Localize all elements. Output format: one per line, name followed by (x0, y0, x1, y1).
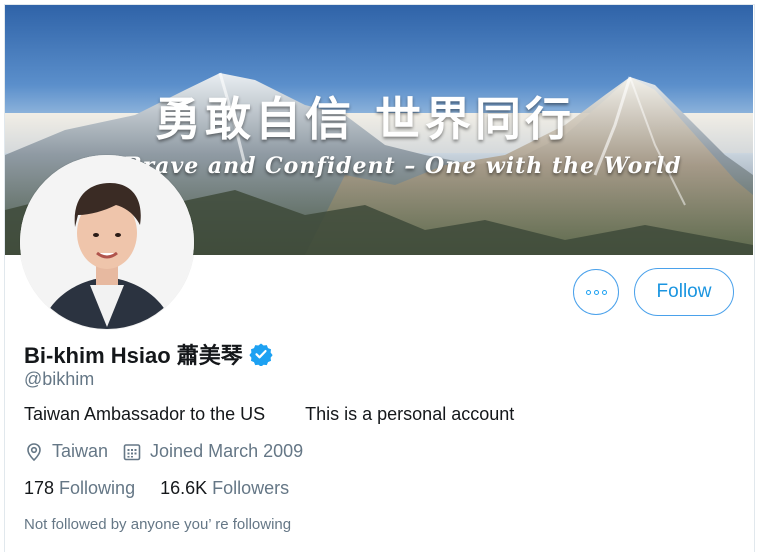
more-options-button[interactable] (573, 269, 619, 315)
profile-meta: Taiwan Joined March 2009 (24, 441, 303, 462)
followers-label: Followers (212, 478, 290, 498)
location-text: Taiwan (52, 441, 109, 461)
more-dots-icon (585, 289, 607, 295)
bio-note: This is a personal account (305, 404, 515, 424)
following-stat[interactable]: 178 Following (24, 478, 135, 499)
following-count: 178 (24, 478, 55, 498)
avatar[interactable] (20, 155, 194, 329)
followers-count: 16.6K (160, 478, 208, 498)
profile-name-row: Bi-khim Hsiao 蕭美琴 (24, 338, 273, 370)
bio-title: Taiwan Ambassador to the US (24, 404, 266, 424)
profile-handle[interactable]: @bikhim (24, 369, 94, 390)
profile-location: Taiwan (24, 441, 108, 462)
banner-english-slogan: Brave and Confident – One with the World (123, 153, 682, 179)
followers-stat[interactable]: 16.6K Followers (160, 478, 289, 499)
avatar-portrait-image (20, 155, 194, 329)
joined-text: Joined March 2009 (150, 441, 304, 461)
following-label: Following (59, 478, 136, 498)
profile-name[interactable]: Bi-khim Hsiao 蕭美琴 (24, 338, 243, 370)
profile-bio: Taiwan Ambassador to the US This is a per… (24, 404, 514, 425)
banner-chinese-slogan: 勇敢自信 世界同行 (155, 92, 576, 146)
follow-button[interactable]: Follow (634, 268, 734, 316)
verified-badge-icon (249, 343, 273, 366)
mutual-followers-note: Not followed by anyone you’ re following (24, 516, 292, 533)
location-pin-icon (27, 442, 41, 461)
calendar-icon (123, 443, 141, 460)
profile-stats: 178 Following 16.6K Followers (24, 478, 289, 499)
profile-joined: Joined March 2009 (122, 441, 303, 462)
